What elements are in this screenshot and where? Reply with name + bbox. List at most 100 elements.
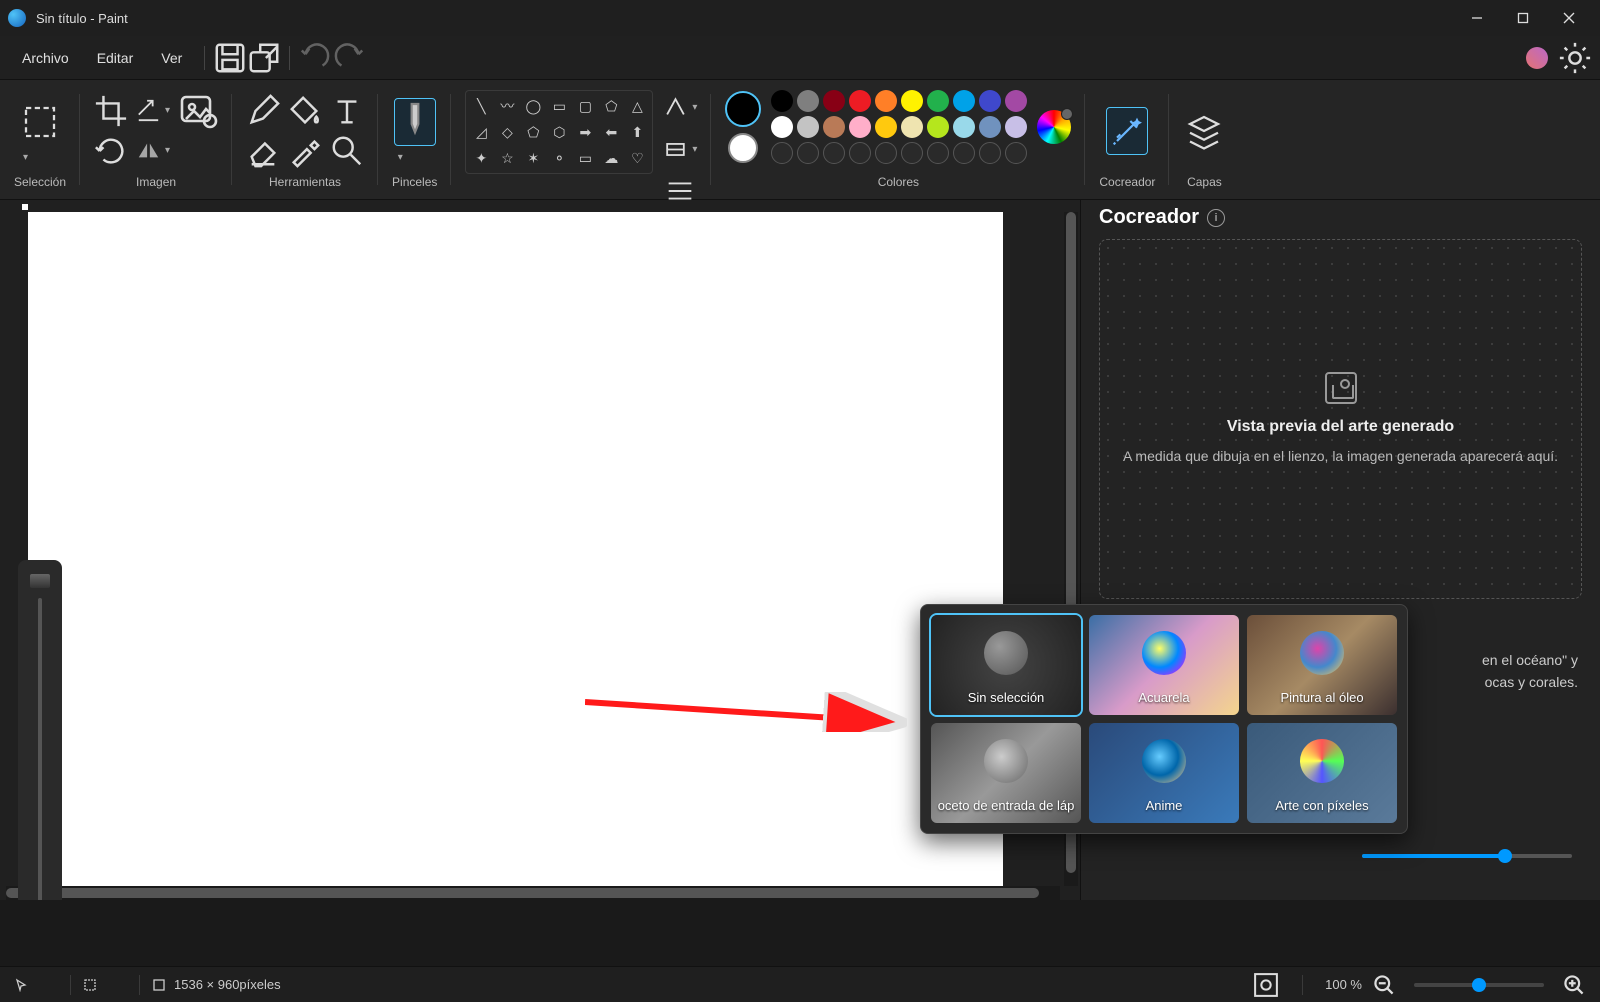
shape-right-triangle[interactable]: ◿ — [470, 121, 492, 143]
shapes-gallery[interactable]: ╲ 〰 ◯ ▭ ▢ ⬠ △ ◿ ◇ ⬠ ⬡ ➡ ⬅ ⬆ ✦ ☆ ✶ ⚬ ▭ ☁ — [465, 90, 653, 174]
shape-star4[interactable]: ✦ — [470, 147, 492, 169]
palette-custom-slot[interactable] — [771, 142, 793, 164]
shape-callout-round[interactable]: ⚬ — [548, 147, 570, 169]
rotate-tool[interactable] — [94, 134, 128, 168]
brush-tool[interactable] — [394, 98, 436, 146]
shape-star6[interactable]: ✶ — [522, 147, 544, 169]
menu-view[interactable]: Ver — [147, 44, 196, 72]
shape-polygon[interactable]: ⬠ — [600, 95, 622, 117]
select-tool[interactable] — [19, 98, 61, 146]
zoom-in-button[interactable] — [1562, 973, 1586, 997]
palette-color[interactable] — [1005, 90, 1027, 112]
minimize-button[interactable] — [1454, 0, 1500, 36]
settings-button[interactable] — [1558, 41, 1592, 75]
palette-color[interactable] — [953, 90, 975, 112]
flip-tool[interactable]: ▾ — [136, 134, 170, 168]
palette-custom-slot[interactable] — [927, 142, 949, 164]
palette-color[interactable] — [771, 116, 793, 138]
palette-color[interactable] — [797, 116, 819, 138]
menu-edit[interactable]: Editar — [83, 44, 148, 72]
palette-color[interactable] — [979, 90, 1001, 112]
palette-color[interactable] — [1005, 116, 1027, 138]
eraser-tool[interactable] — [246, 134, 280, 168]
palette-custom-slot[interactable] — [797, 142, 819, 164]
style-option[interactable]: Anime — [1089, 723, 1239, 823]
palette-color[interactable] — [953, 116, 975, 138]
palette-color[interactable] — [849, 116, 871, 138]
palette-color[interactable] — [927, 90, 949, 112]
pencil-tool[interactable] — [246, 94, 280, 128]
palette-custom-slot[interactable] — [823, 142, 845, 164]
shape-hexagon[interactable]: ⬡ — [548, 121, 570, 143]
zoom-out-button[interactable] — [1372, 973, 1396, 997]
menu-file[interactable]: Archivo — [8, 44, 83, 72]
close-button[interactable] — [1546, 0, 1592, 36]
canvas[interactable] — [28, 212, 1003, 900]
info-icon[interactable]: i — [1207, 209, 1225, 227]
crop-tool[interactable] — [94, 94, 128, 128]
maximize-button[interactable] — [1500, 0, 1546, 36]
shape-arrow-left[interactable]: ⬅ — [600, 121, 622, 143]
palette-custom-slot[interactable] — [849, 142, 871, 164]
creativity-slider[interactable] — [1362, 854, 1572, 858]
color-2[interactable] — [728, 133, 758, 163]
zoom-slider[interactable] — [1414, 983, 1544, 987]
fit-screen-button[interactable] — [1252, 971, 1280, 999]
color-1[interactable] — [725, 91, 761, 127]
palette-custom-slot[interactable] — [901, 142, 923, 164]
shape-outline-button[interactable]: ▾ — [663, 90, 697, 124]
brush-dropdown-icon[interactable]: ▾ — [398, 152, 436, 163]
shape-triangle[interactable]: △ — [626, 95, 648, 117]
undo-button[interactable] — [298, 41, 332, 75]
redo-button[interactable] — [332, 41, 366, 75]
palette-color[interactable] — [875, 90, 897, 112]
shape-star5[interactable]: ☆ — [496, 147, 518, 169]
shape-diamond[interactable]: ◇ — [496, 121, 518, 143]
palette-color[interactable] — [823, 90, 845, 112]
opacity-slider[interactable] — [38, 598, 42, 900]
shape-heart[interactable]: ♡ — [626, 147, 648, 169]
select-dropdown-icon[interactable]: ▾ — [23, 152, 61, 163]
resize-tool[interactable]: ▾ — [136, 94, 170, 128]
shape-pentagon[interactable]: ⬠ — [522, 121, 544, 143]
shape-callout-rect[interactable]: ▭ — [574, 147, 596, 169]
horizontal-scrollbar[interactable] — [6, 886, 1060, 900]
shape-cloud[interactable]: ☁ — [600, 147, 622, 169]
shape-rect[interactable]: ▭ — [548, 95, 570, 117]
palette-custom-slot[interactable] — [953, 142, 975, 164]
layers-button[interactable] — [1183, 107, 1225, 155]
user-avatar[interactable] — [1526, 47, 1548, 69]
shape-oval[interactable]: ◯ — [522, 95, 544, 117]
shape-curve[interactable]: 〰 — [496, 95, 518, 117]
palette-color[interactable] — [927, 116, 949, 138]
fill-tool[interactable] — [288, 94, 322, 128]
style-option[interactable]: Acuarela — [1089, 615, 1239, 715]
style-option[interactable]: oceto de entrada de láp — [931, 723, 1081, 823]
style-option[interactable]: Sin selección — [931, 615, 1081, 715]
palette-color[interactable] — [849, 90, 871, 112]
style-option[interactable]: Pintura al óleo — [1247, 615, 1397, 715]
palette-color[interactable] — [901, 90, 923, 112]
palette-custom-slot[interactable] — [875, 142, 897, 164]
color-picker-tool[interactable] — [288, 134, 322, 168]
shape-arrow-up[interactable]: ⬆ — [626, 121, 648, 143]
image-import-tool[interactable] — [178, 94, 218, 128]
magnifier-tool[interactable] — [330, 134, 364, 168]
cocreator-button[interactable] — [1106, 107, 1148, 155]
palette-color[interactable] — [823, 116, 845, 138]
palette-custom-slot[interactable] — [1005, 142, 1027, 164]
palette-color[interactable] — [901, 116, 923, 138]
palette-color[interactable] — [979, 116, 1001, 138]
brush-opacity-panel[interactable] — [18, 560, 62, 900]
edit-colors-button[interactable] — [1037, 110, 1071, 144]
palette-color[interactable] — [875, 116, 897, 138]
palette-custom-slot[interactable] — [979, 142, 1001, 164]
share-button[interactable] — [247, 41, 281, 75]
style-option[interactable]: Arte con píxeles — [1247, 723, 1397, 823]
shape-roundrect[interactable]: ▢ — [574, 95, 596, 117]
palette-color[interactable] — [797, 90, 819, 112]
palette-color[interactable] — [771, 90, 793, 112]
shape-arrow-right[interactable]: ➡ — [574, 121, 596, 143]
shape-fill-button[interactable]: ▾ — [663, 132, 697, 166]
save-button[interactable] — [213, 41, 247, 75]
